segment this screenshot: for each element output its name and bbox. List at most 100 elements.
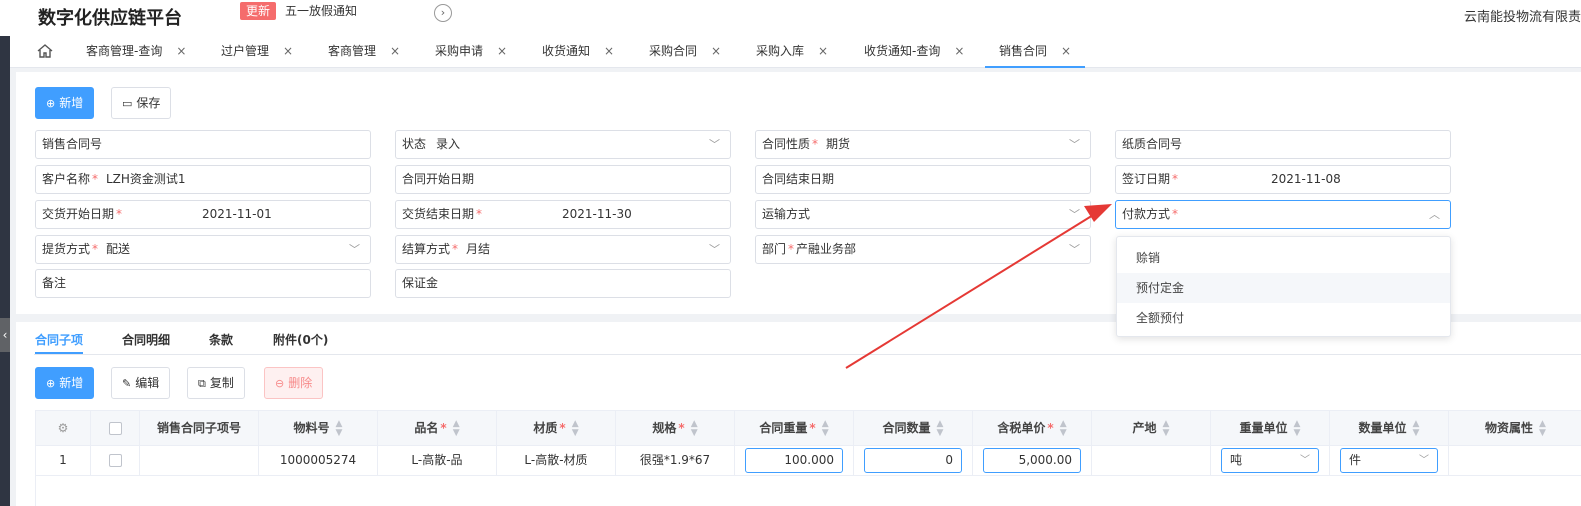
col-weight-unit[interactable]: 重量单位 ▲ ▼ (1211, 411, 1330, 445)
close-icon[interactable]: × (954, 44, 964, 58)
contract-items-table: ⚙ 销售合同子项号 物料号 ▲ ▼ 品名 * ▲ ▼ 材质 * ▲ ▼ 规格 * ▲ ▼ 合同重量 * ▲… (35, 410, 1581, 506)
add-item-button[interactable]: ⊕ 新增 (35, 367, 95, 399)
row-checkbox[interactable] (91, 446, 140, 475)
close-icon[interactable]: × (818, 44, 828, 58)
chevron-down-icon: ﹀ (349, 243, 360, 256)
sort-icon[interactable]: ▲ ▼ (937, 419, 944, 438)
plus-circle-icon: ⊕ (46, 377, 56, 390)
col-product-name[interactable]: 品名 * ▲ ▼ (378, 411, 497, 445)
close-icon[interactable]: × (497, 44, 507, 58)
cell-weight-unit: 吨 ﹀ (1211, 446, 1330, 475)
subtab-terms[interactable]: 条款 (209, 330, 233, 354)
col-qty-unit[interactable]: 数量单位 ▲ ▼ (1330, 411, 1449, 445)
row-index: 1 (36, 446, 91, 475)
sort-icon[interactable]: ▲ ▼ (572, 419, 579, 438)
select-all-checkbox[interactable] (91, 411, 140, 445)
department-select[interactable]: 部门 * 产融业务部 ﹀ (755, 235, 1091, 264)
payment-option-deposit[interactable]: 预付定金 (1117, 273, 1450, 303)
sidebar-toggle-icon[interactable]: ‹ (0, 318, 10, 352)
close-icon[interactable]: × (711, 44, 721, 58)
close-icon[interactable]: × (176, 44, 186, 58)
update-badge[interactable]: 更新 (240, 2, 277, 20)
save-button[interactable]: ▭ 保存 (111, 87, 172, 119)
tab-purchase-inbound[interactable]: 采购入库 × (756, 36, 828, 68)
chevron-down-icon: ﹀ (1069, 243, 1080, 256)
sort-icon[interactable]: ▲ ▼ (1163, 419, 1170, 438)
payment-option-credit[interactable]: 赊销 (1117, 243, 1450, 273)
cell-sub-item-no (140, 446, 259, 475)
sort-icon[interactable]: ▲ ▼ (691, 419, 698, 438)
customer-name-field[interactable]: 客户名称 * LZH资金测试1 (35, 165, 371, 194)
col-origin[interactable]: 产地 ▲ ▼ (1092, 411, 1211, 445)
pickup-method-select[interactable]: 提货方式 * 配送 ﹀ (35, 235, 371, 264)
close-icon[interactable]: × (604, 44, 614, 58)
home-icon[interactable] (36, 43, 56, 61)
sort-icon[interactable]: ▲ ▼ (1060, 419, 1067, 438)
chevron-down-icon: ﹀ (709, 138, 720, 151)
col-contract-qty[interactable]: 合同数量 ▲ ▼ (854, 411, 973, 445)
close-icon[interactable]: × (390, 44, 400, 58)
sort-icon[interactable]: ▲ ▼ (453, 419, 460, 438)
tab-purchase-contract[interactable]: 采购合同 × (649, 36, 721, 68)
contract-nature-select[interactable]: 合同性质 * 期货 ﹀ (755, 130, 1091, 159)
col-material-attr[interactable]: 物资属性 ▲ ▼ (1449, 411, 1581, 445)
subtab-divider (34, 354, 1581, 355)
delete-item-button[interactable]: ⊖ 删除 (264, 367, 324, 399)
sort-icon[interactable]: ▲ ▼ (1294, 419, 1301, 438)
tab-sales-contract[interactable]: 销售合同 × (985, 36, 1086, 68)
delivery-start-date-field[interactable]: 交货开始日期 * 2021-11-01 (35, 200, 371, 229)
copy-item-button[interactable]: ⧉ 复制 (187, 367, 245, 399)
unit-price-input[interactable]: 5,000.00 (983, 448, 1081, 473)
tab-receipt-notice[interactable]: 收货通知 × (542, 36, 614, 68)
sort-icon[interactable]: ▲ ▼ (1413, 419, 1420, 438)
chevron-down-icon: ﹀ (1069, 138, 1080, 151)
cell-material-no: 1000005274 (259, 446, 378, 475)
edit-item-button[interactable]: ✎ 编辑 (111, 367, 171, 399)
contract-qty-input[interactable]: 0 (864, 448, 962, 473)
subtab-contract-details[interactable]: 合同明细 (122, 330, 170, 354)
cell-contract-qty: 0 (854, 446, 973, 475)
delivery-end-date-field[interactable]: 交货结束日期 * 2021-11-30 (395, 200, 731, 229)
subtab-attachments[interactable]: 附件(0个) (273, 330, 328, 354)
payment-method-select[interactable]: 付款方式 * ︿ (1115, 200, 1451, 229)
col-material[interactable]: 材质 * ▲ ▼ (497, 411, 616, 445)
add-button[interactable]: ⊕ 新增 (35, 87, 95, 119)
transport-select[interactable]: 运输方式 ﹀ (755, 200, 1091, 229)
subtab-contract-items[interactable]: 合同子项 (35, 330, 84, 354)
status-select[interactable]: 状态 录入 ﹀ (395, 130, 731, 159)
cell-spec: 很强*1.9*67 (616, 446, 735, 475)
deposit-field[interactable]: 保证金 (395, 269, 731, 298)
minus-circle-icon: ⊖ (275, 377, 285, 390)
tab-purchase-request[interactable]: 采购申请 × (435, 36, 507, 68)
paper-contract-no-field[interactable]: 纸质合同号 (1115, 130, 1451, 159)
sales-contract-no-field[interactable]: 销售合同号 (35, 130, 371, 159)
gear-icon[interactable]: ⚙ (36, 411, 91, 445)
col-unit-price[interactable]: 含税单价 * ▲ ▼ (973, 411, 1092, 445)
payment-option-full-prepay[interactable]: 全额预付 (1117, 303, 1450, 333)
close-icon[interactable]: × (283, 44, 293, 58)
sign-date-field[interactable]: 签订日期 * 2021-11-08 (1115, 165, 1451, 194)
settlement-method-select[interactable]: 结算方式 * 月结 ﹀ (395, 235, 731, 264)
contract-weight-input[interactable]: 100.000 (745, 448, 843, 473)
col-material-no[interactable]: 物料号 ▲ ▼ (259, 411, 378, 445)
tab-transfer[interactable]: 过户管理 × (221, 36, 293, 68)
cell-material-attr (1449, 446, 1581, 475)
qty-unit-select[interactable]: 件 ﹀ (1340, 448, 1438, 473)
tab-receipt-query[interactable]: 收货通知-查询 × (864, 36, 964, 68)
table-row[interactable]: 1 1000005274 L-高散-品 L-高散-材质 很强*1.9*67 10… (36, 446, 1581, 476)
chevron-down-icon: ﹀ (709, 243, 720, 256)
remark-field[interactable]: 备注 (35, 269, 371, 298)
notice-text[interactable]: 五一放假通知 (285, 2, 357, 20)
chevron-right-circle-icon[interactable]: › (434, 4, 452, 22)
col-spec[interactable]: 规格 * ▲ ▼ (616, 411, 735, 445)
contract-end-date-field[interactable]: 合同结束日期 (755, 165, 1091, 194)
contract-start-date-field[interactable]: 合同开始日期 (395, 165, 731, 194)
weight-unit-select[interactable]: 吨 ﹀ (1221, 448, 1319, 473)
col-contract-weight[interactable]: 合同重量 * ▲ ▼ (735, 411, 854, 445)
tab-merchant[interactable]: 客商管理 × (328, 36, 400, 68)
sort-icon[interactable]: ▲ ▼ (336, 419, 343, 438)
close-icon[interactable]: × (1061, 44, 1071, 58)
tab-merchant-query[interactable]: 客商管理-查询 × (86, 36, 186, 68)
sort-icon[interactable]: ▲ ▼ (822, 419, 829, 438)
sort-icon[interactable]: ▲ ▼ (1539, 419, 1546, 438)
